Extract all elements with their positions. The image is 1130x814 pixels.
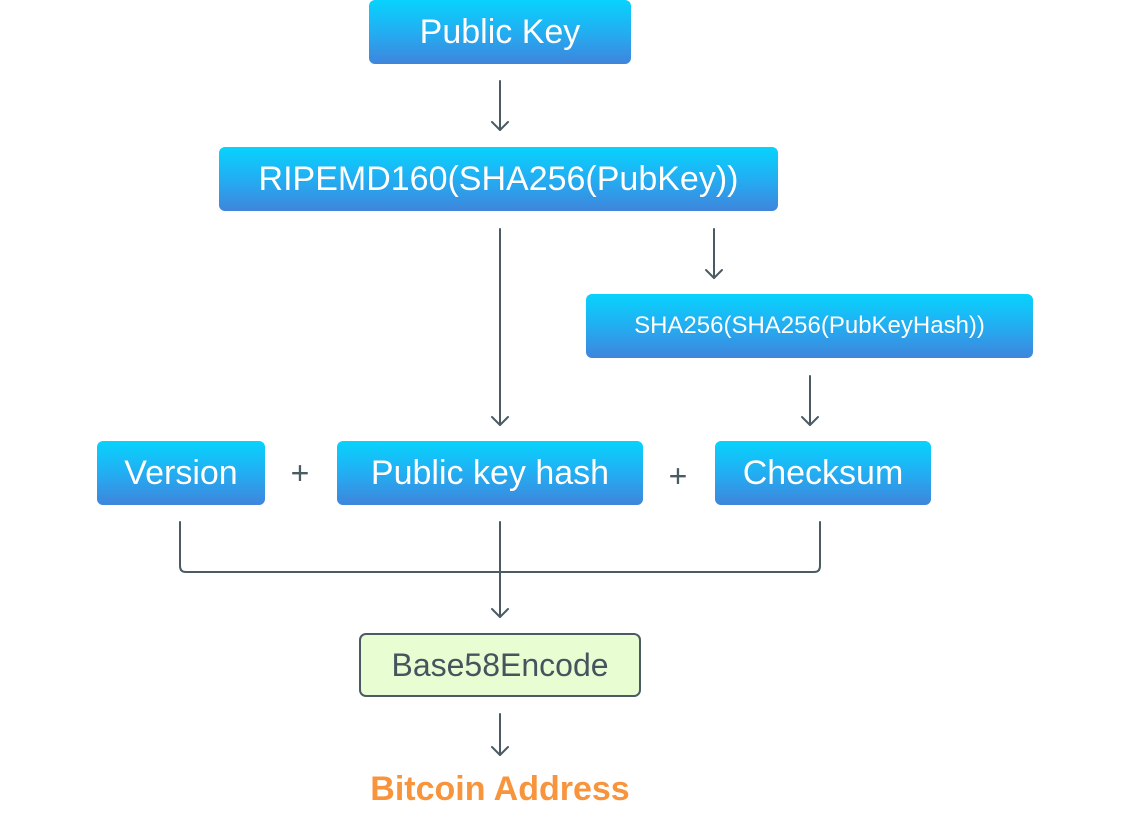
arrow-base58-to-address [491,713,509,756]
bitcoin-address-result: Bitcoin Address [370,770,630,808]
node-checksum-label: Checksum [742,453,904,492]
arrow-ripemd-to-double-sha [705,228,723,279]
node-version-label: Version [124,453,238,492]
node-public-key-hash: Public key hash [337,441,643,505]
plus-operator-1: + [290,455,310,491]
arrow-ripemd-to-pubkeyhash [491,228,509,426]
node-ripemd160-sha256: RIPEMD160(SHA256(PubKey)) [219,147,778,211]
node-base58-encode: Base58Encode [359,633,641,697]
node-double-sha256-label: SHA256(SHA256(PubKeyHash)) [634,312,985,339]
node-double-sha256: SHA256(SHA256(PubKeyHash)) [586,294,1033,358]
merge-bracket [179,521,821,618]
arrow-double-sha-to-checksum [801,375,819,426]
node-public-key: Public Key [369,0,631,64]
node-public-key-hash-label: Public key hash [370,453,610,492]
arrow-publickey-to-ripemd [491,80,509,131]
node-base58-encode-label: Base58Encode [391,646,609,683]
node-checksum: Checksum [715,441,931,505]
node-ripemd160-sha256-label: RIPEMD160(SHA256(PubKey)) [258,159,739,198]
node-public-key-label: Public Key [419,12,581,51]
plus-operator-2: + [668,458,688,494]
node-version: Version [97,441,265,505]
